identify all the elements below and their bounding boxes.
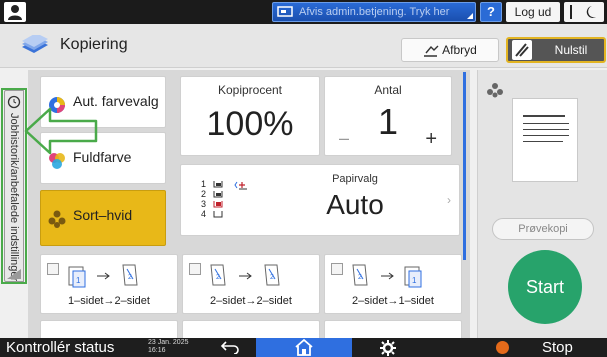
copy-app-icon [22, 35, 48, 53]
quantity-label: Antal [374, 83, 402, 97]
tray-numbers: 1 2 3 4 [201, 179, 206, 219]
back-icon[interactable] [220, 340, 240, 354]
preview-line [523, 129, 569, 130]
admin-operation-banner[interactable]: Afvis admin.betjening. Tryk her [272, 2, 476, 22]
admin-banner-text: Afvis admin.betjening. Tryk her [299, 6, 450, 18]
copy-ratio-button[interactable]: Kopiprocent 100% [180, 76, 320, 156]
option-row-partial[interactable] [40, 320, 178, 338]
bottom-bar: Kontrollér status 23 Jan. 2025 16:16 Sto… [0, 338, 607, 357]
svg-text:2: 2 [358, 274, 362, 281]
stop-icon[interactable] [496, 341, 509, 354]
page-preview [512, 98, 578, 182]
start-button[interactable]: Start [508, 250, 582, 324]
date-time: 23 Jan. 2025 16:16 [148, 339, 188, 355]
tray-number: 1 [201, 179, 207, 189]
duplex-1to2-icon: 1 2 [68, 264, 138, 288]
gear-icon[interactable] [380, 340, 396, 356]
reset-button[interactable]: Nulstil [506, 37, 606, 63]
svg-text:2: 2 [128, 274, 132, 281]
home-icon [295, 339, 313, 356]
divider-moon-icon [570, 5, 596, 19]
color-mode-bw-button[interactable]: Sort–hvid [40, 190, 166, 246]
tray-number: 4 [201, 209, 207, 219]
pointer-arrow-icon [24, 107, 98, 155]
quantity-field[interactable]: Antal 1 – + [324, 76, 452, 156]
duplex-2to1-button[interactable]: 2 1 2–sidet→1–sidet [324, 254, 462, 314]
option-row-partial[interactable] [182, 320, 320, 338]
black-white-icon [48, 210, 66, 228]
svg-text:1: 1 [76, 276, 81, 285]
interrupt-button[interactable]: Afbryd [401, 38, 499, 62]
tray-number: 3 [201, 199, 207, 209]
svg-text:2: 2 [216, 274, 220, 281]
tray-number: 2 [201, 189, 207, 199]
home-button[interactable] [256, 338, 352, 357]
svg-text:2: 2 [270, 274, 274, 281]
duplex-2to2-icon: 2 2 [210, 264, 280, 286]
logout-button[interactable]: Log ud [506, 2, 560, 22]
paper-tray-icons [213, 181, 247, 218]
preview-line [523, 115, 565, 117]
duplex-label: 1–sidet→2–sidet [68, 295, 150, 307]
interrupt-label: Afbryd [442, 43, 477, 57]
ratio-label: Kopiprocent [217, 83, 283, 97]
option-row-partial[interactable] [324, 320, 462, 338]
duplex-label: 2–sidet→1–sidet [352, 295, 434, 307]
preview-panel: Prøvekopi Start [477, 70, 607, 338]
time-text: 16:16 [148, 347, 166, 354]
duplex-2to1-icon: 2 1 [352, 264, 422, 288]
monitor-icon [277, 6, 293, 17]
preview-line [523, 123, 569, 124]
reset-label: Nulstil [554, 43, 588, 57]
ratio-value: 100% [206, 105, 294, 143]
system-bar: Afvis admin.betjening. Tryk her ? Log ud [0, 0, 607, 24]
stop-button[interactable]: Stop [542, 338, 573, 357]
duplex-1to2-button[interactable]: 1 2 1–sidet→2–sidet [40, 254, 178, 314]
sample-copy-button[interactable]: Prøvekopi [492, 218, 594, 240]
check-status-button[interactable]: Kontrollér status [6, 338, 114, 357]
interrupt-icon [424, 45, 439, 57]
title-bar: Kopiering Afbryd Nulstil [0, 24, 607, 68]
energy-saver-button[interactable] [564, 2, 604, 22]
help-button[interactable]: ? [480, 2, 502, 22]
duplex-checkbox[interactable] [189, 263, 201, 275]
color-mode-label: Sort–hvid [73, 207, 133, 223]
page-title: Kopiering [60, 36, 128, 53]
preview-line [523, 135, 569, 136]
paper-value: Auto [326, 189, 384, 220]
quantity-increase-button[interactable]: + [425, 128, 437, 151]
copier-screen: Afvis admin.betjening. Tryk her ? Log ud… [0, 0, 607, 357]
paper-label: Papirvalg [332, 173, 378, 185]
chevron-right-icon: › [447, 193, 451, 207]
duplex-2to2-button[interactable]: 2 2 2–sidet→2–sidet [182, 254, 320, 314]
duplex-checkbox[interactable] [331, 263, 343, 275]
preview-icon [487, 83, 503, 98]
svg-text:1: 1 [412, 276, 417, 285]
duplex-label: 2–sidet→2–sidet [210, 295, 292, 307]
duplex-checkbox[interactable] [47, 263, 59, 275]
date-text: 23 Jan. 2025 [148, 339, 189, 346]
quantity-decrease-button[interactable]: – [339, 128, 349, 149]
scroll-indicator[interactable] [463, 72, 466, 260]
reset-icon [512, 40, 532, 60]
user-icon[interactable] [4, 2, 26, 22]
preview-line [523, 141, 563, 142]
expand-corner-icon [467, 13, 473, 19]
paper-select-button[interactable]: 1 2 3 4 Papirvalg Auto › [180, 164, 460, 236]
